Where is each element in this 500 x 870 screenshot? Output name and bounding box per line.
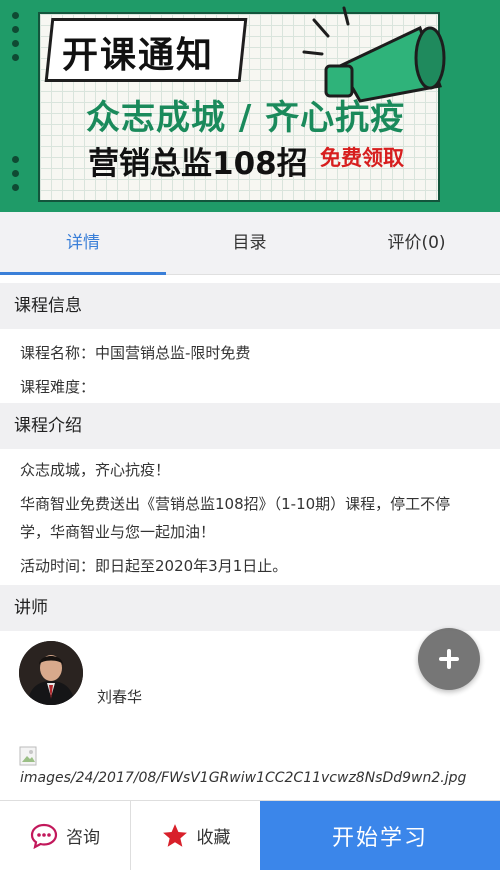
- banner-slogan: 众志成城 / 齐心抗疫: [86, 98, 406, 138]
- lecturer-heading: 讲师: [0, 585, 500, 631]
- add-floating-button[interactable]: [418, 628, 480, 690]
- banner-dots-top: [12, 12, 20, 68]
- tab-bar: 详情 目录 评价(0): [0, 212, 500, 275]
- image-path-text: images/24/2017/08/FWsV1GRwiw1CC2C11vcwz8…: [20, 770, 467, 786]
- course-name: 课程名称：中国营销总监-限时免费: [20, 344, 251, 362]
- start-learning-button[interactable]: 开始学习: [260, 801, 500, 870]
- consult-label: 咨询: [66, 828, 100, 848]
- favorite-button[interactable]: 收藏: [131, 801, 260, 870]
- consult-button[interactable]: 咨询: [0, 801, 130, 870]
- bottom-action-bar: 咨询 收藏 开始学习: [0, 800, 500, 870]
- lecturer-avatar: [19, 641, 83, 705]
- course-difficulty: 课程难度：: [20, 378, 96, 396]
- tab-reviews[interactable]: 评价(0): [333, 212, 500, 274]
- course-banner: 开课通知 众志成城 / 齐心抗疫 营销总监108招 免费领取: [0, 0, 500, 212]
- star-icon: [162, 823, 187, 847]
- tab-details[interactable]: 详情: [0, 212, 166, 275]
- tab-catalog[interactable]: 目录: [166, 212, 333, 274]
- banner-course-title: 营销总监108招: [88, 146, 308, 182]
- course-info-heading: 课程信息: [0, 283, 500, 329]
- broken-image-icon: [19, 746, 37, 766]
- intro-paragraph-1: 众志成城，齐心抗疫！: [20, 461, 171, 479]
- lecturer-name: 刘春华: [97, 688, 143, 706]
- chat-bubble-icon: [30, 823, 58, 849]
- banner-dots-bottom: [12, 156, 20, 198]
- banner-free-label: 免费领取: [320, 146, 404, 170]
- favorite-label: 收藏: [196, 828, 231, 848]
- banner-tag-title: 开课通知: [62, 35, 215, 76]
- course-intro-heading: 课程介绍: [0, 403, 500, 449]
- intro-paragraph-3: 活动时间：即日起至2020年3月1日止。: [20, 557, 288, 575]
- intro-paragraph-2: 华商智业免费送出《营销总监108招》（1-10期）课程，停工不停学，华商智业与您…: [20, 495, 451, 541]
